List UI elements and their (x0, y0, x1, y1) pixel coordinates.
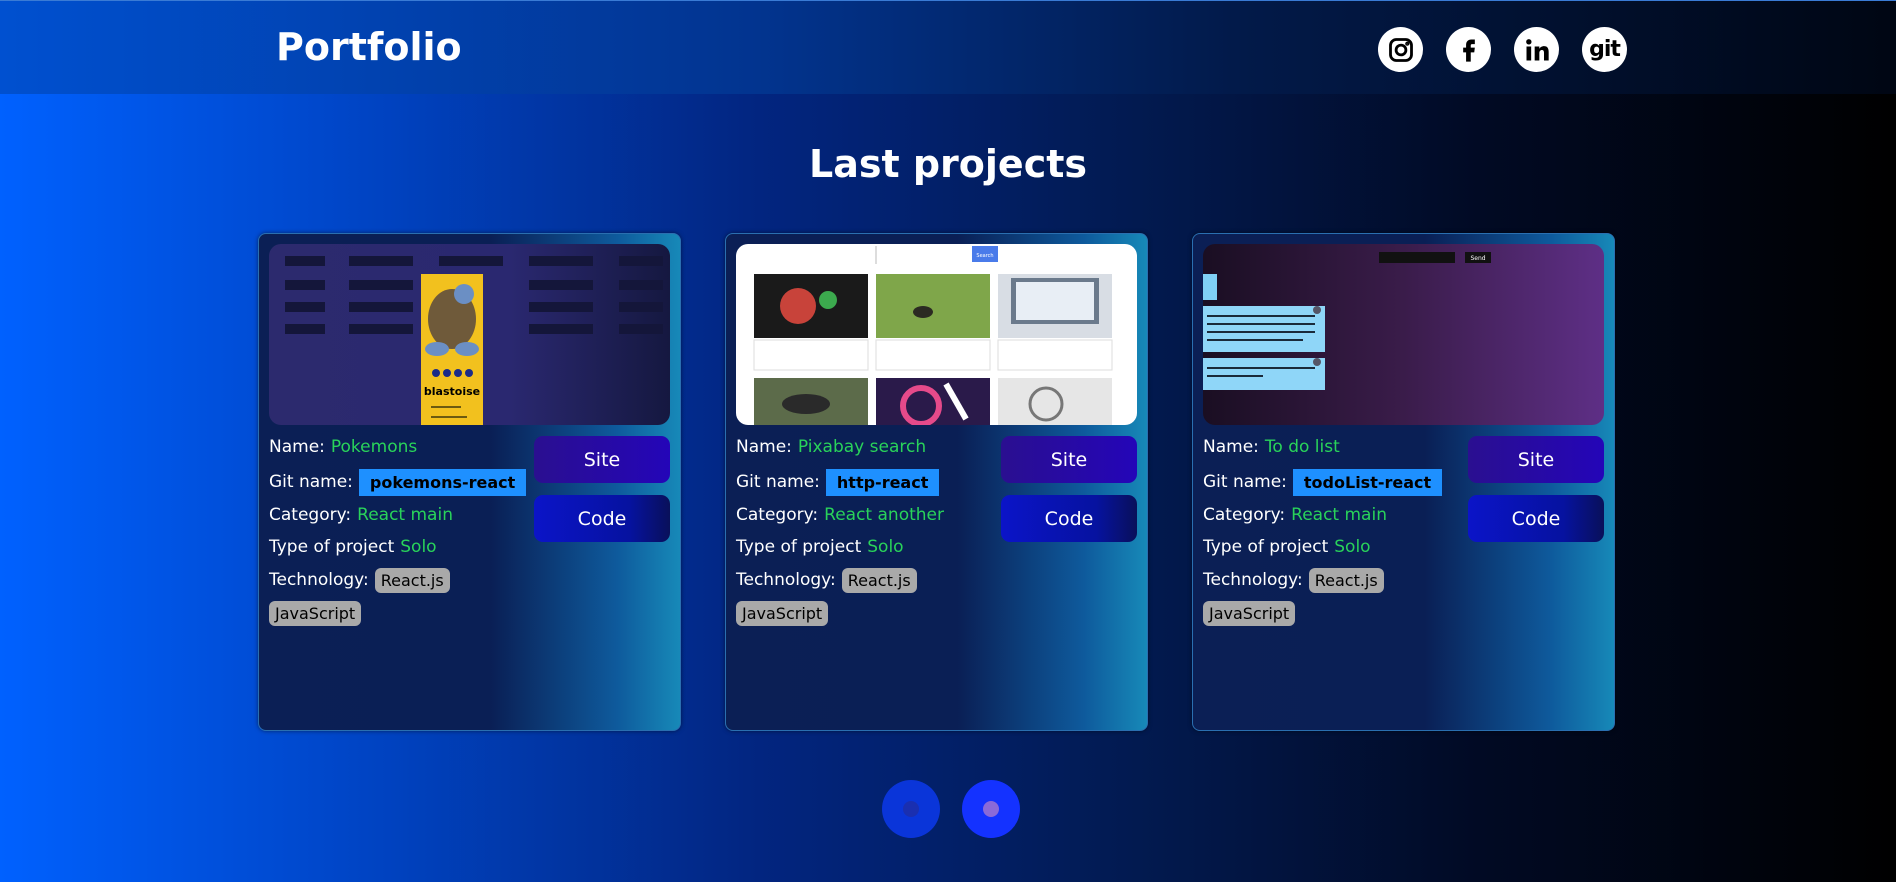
pagination-dot-active[interactable] (962, 780, 1020, 838)
section-title: Last projects (808, 142, 1088, 186)
project-type: Solo (867, 537, 904, 557)
name-label: Name: (736, 437, 792, 457)
tech-tag: React.js (1308, 568, 1384, 593)
project-card: Search Name: Pixabay search Git name: http… (725, 233, 1148, 731)
code-button[interactable]: Code (1001, 495, 1137, 542)
project-preview-image: blastoise (269, 244, 670, 425)
site-button[interactable]: Site (1001, 436, 1137, 483)
project-category: React another (824, 505, 944, 525)
code-button[interactable]: Code (1468, 495, 1604, 542)
social-links: git (1378, 27, 1627, 72)
project-info: Name: To do list Git name: todoList-react … (1203, 434, 1463, 632)
project-category: React main (1291, 505, 1387, 525)
project-preview-image: Search (736, 244, 1137, 425)
git-name-label: Git name: (269, 472, 353, 492)
preview-text: Search (976, 253, 993, 259)
header: Portfolio git (0, 0, 1896, 94)
tech-tag: React.js (374, 568, 450, 593)
facebook-icon[interactable] (1446, 27, 1491, 72)
type-label: Type of project (269, 537, 395, 557)
git-icon[interactable]: git (1582, 27, 1627, 72)
git-name-label: Git name: (736, 472, 820, 492)
project-type: Solo (400, 537, 437, 557)
tech-tag: JavaScript (269, 601, 362, 626)
git-name-label: Git name: (1203, 472, 1287, 492)
name-label: Name: (269, 437, 325, 457)
project-card: blastoise Name: Pokemons Git name: pokemon… (258, 233, 681, 731)
project-card: Send Name: To do list Git name: todoList-r… (1192, 233, 1615, 731)
project-category: React main (357, 505, 453, 525)
project-name: Pokemons (330, 437, 418, 457)
tech-tag: JavaScript (736, 601, 829, 626)
preview-text: Send (1470, 255, 1485, 262)
pagination-dot[interactable] (882, 780, 940, 838)
linkedin-icon[interactable] (1514, 27, 1559, 72)
git-name-badge: pokemons-react (358, 468, 527, 496)
type-label: Type of project (736, 537, 862, 557)
site-button[interactable]: Site (1468, 436, 1604, 483)
type-label: Type of project (1203, 537, 1329, 557)
technology-label: Technology: (1203, 569, 1303, 590)
project-info: Name: Pokemons Git name: pokemons-react Ca… (269, 434, 529, 632)
technology-label: Technology: (269, 569, 369, 590)
name-label: Name: (1203, 437, 1259, 457)
logo[interactable]: Portfolio (276, 25, 462, 69)
project-preview-image: Send (1203, 244, 1604, 425)
project-name: Pixabay search (797, 437, 927, 457)
category-label: Category: (1203, 505, 1286, 525)
tech-tag: React.js (841, 568, 917, 593)
code-button[interactable]: Code (534, 495, 670, 542)
instagram-icon[interactable] (1378, 27, 1423, 72)
tech-tag: JavaScript (1203, 601, 1296, 626)
git-name-badge: todoList-react (1292, 468, 1443, 496)
git-name-badge: http-react (825, 468, 940, 496)
project-type: Solo (1334, 537, 1371, 557)
technology-label: Technology: (736, 569, 836, 590)
git-icon-label: git (1589, 37, 1621, 62)
pagination (882, 780, 1020, 838)
project-info: Name: Pixabay search Git name: http-react … (736, 434, 996, 632)
site-button[interactable]: Site (534, 436, 670, 483)
preview-text: blastoise (424, 385, 480, 398)
project-name: To do list (1264, 437, 1340, 457)
category-label: Category: (269, 505, 352, 525)
category-label: Category: (736, 505, 819, 525)
